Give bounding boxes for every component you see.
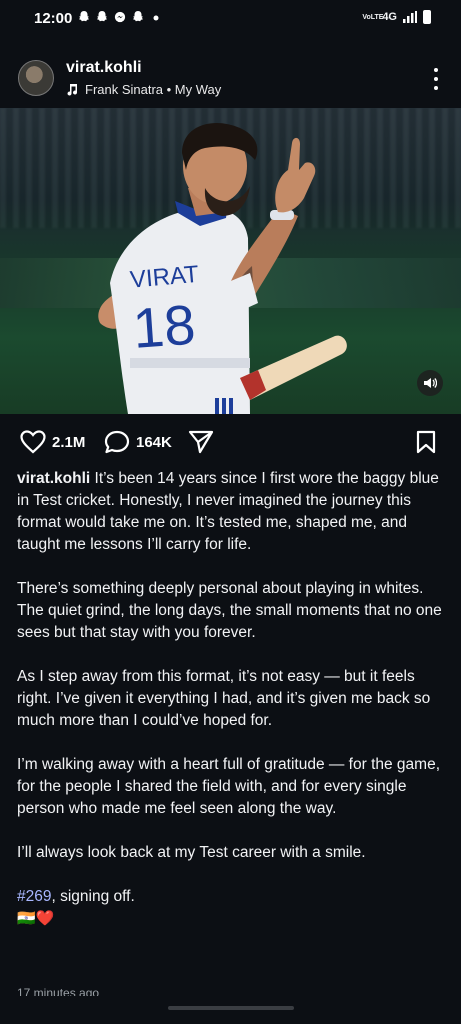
caption-paragraph: virat.kohli It’s been 14 years since I f…: [17, 468, 445, 556]
caption-paragraph: #269, signing off.: [17, 886, 445, 908]
home-indicator[interactable]: [168, 1006, 294, 1010]
speaker-icon: [424, 378, 437, 388]
username[interactable]: virat.kohli: [66, 59, 142, 77]
like-button[interactable]: 2.1M: [20, 430, 85, 454]
more-options-button[interactable]: [431, 68, 441, 90]
volume-button[interactable]: [417, 370, 443, 396]
music-note-icon: [67, 84, 78, 96]
music-info[interactable]: Frank Sinatra • My Way: [66, 82, 221, 97]
status-bar: 12:00 VoLTE 4G: [0, 0, 461, 36]
hashtag-link[interactable]: #269: [17, 888, 51, 905]
snapchat-icon: [97, 11, 107, 22]
send-icon: [188, 430, 214, 454]
avatar[interactable]: [18, 60, 54, 96]
network-label: 4G: [382, 11, 397, 23]
caption-username[interactable]: virat.kohli: [17, 470, 90, 487]
caption-paragraph: I’ll always look back at my Test career …: [17, 844, 366, 861]
music-label: Frank Sinatra • My Way: [85, 82, 222, 97]
comments-count[interactable]: 164K: [136, 434, 172, 451]
volte-label: VoLTE: [362, 13, 384, 21]
signal-icon: [403, 11, 417, 23]
snapchat-icon: [133, 11, 143, 22]
share-button[interactable]: [188, 430, 214, 454]
comment-button[interactable]: 164K: [104, 430, 172, 454]
likes-count[interactable]: 2.1M: [52, 434, 85, 451]
dot-icon: [153, 15, 159, 21]
caption-paragraph: There’s something deeply personal about …: [17, 580, 442, 641]
save-button[interactable]: [415, 430, 437, 454]
bookmark-icon: [416, 430, 436, 454]
caption-paragraph: I’m walking away with a heart full of gr…: [17, 756, 441, 817]
heart-icon: [20, 430, 46, 454]
player-figure: VIRAT 18: [98, 122, 347, 414]
emoji-line: 🇮🇳❤️: [17, 910, 55, 927]
caption-paragraph: As I step away from this format, it’s no…: [17, 668, 431, 729]
caption-text: , signing off.: [51, 888, 135, 905]
notification-icons: [78, 10, 162, 24]
dot-icon: [434, 86, 438, 90]
battery-icon: [423, 10, 431, 24]
comment-icon: [104, 430, 130, 454]
snapchat-icon: [79, 11, 89, 22]
post-header: virat.kohli Frank Sinatra • My Way: [0, 52, 461, 108]
dot-icon: [434, 68, 438, 72]
post-media[interactable]: VIRAT 18: [0, 108, 461, 414]
post-timestamp: 17 minutes ago: [17, 986, 100, 996]
caption: virat.kohli It’s been 14 years since I f…: [17, 468, 445, 928]
status-right: VoLTE 4G: [362, 10, 431, 24]
dot-icon: [434, 77, 438, 81]
jersey-number: 18: [131, 293, 198, 360]
action-bar: 2.1M 164K: [0, 420, 461, 464]
messenger-icon: [114, 11, 126, 23]
status-time: 12:00: [34, 10, 73, 27]
